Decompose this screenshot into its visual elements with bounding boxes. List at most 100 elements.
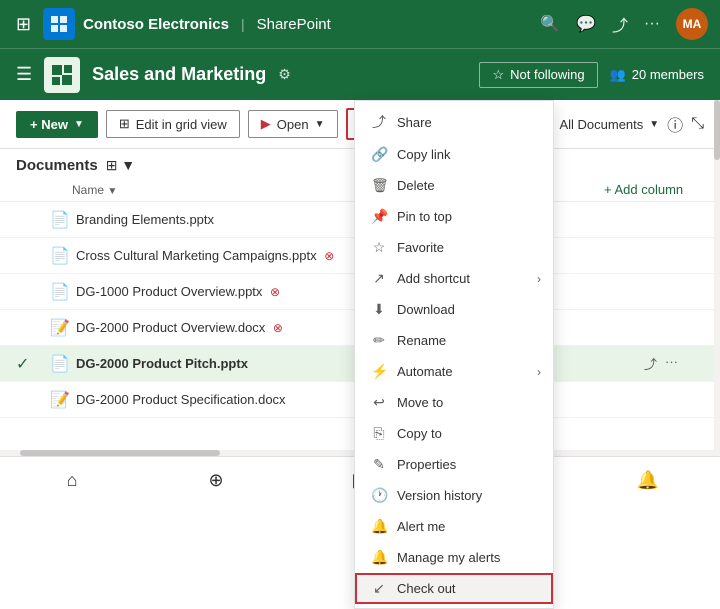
grid-icon: ⊞ — [119, 116, 130, 132]
add-column-button[interactable]: + Add column — [604, 182, 683, 197]
word-file-icon: 📝 — [48, 390, 72, 410]
download-icon: ⬇ — [371, 301, 387, 318]
site-header: ☰ Sales and Marketing ⚙ ☆ Not following … — [0, 48, 720, 100]
all-documents-button[interactable]: ≡ All Documents ▼ — [546, 117, 659, 132]
expand-icon[interactable]: ⤡ — [691, 115, 704, 133]
bell-nav-icon[interactable]: 🔔 — [624, 457, 672, 505]
platform-name: SharePoint — [257, 16, 331, 33]
menu-item-copy-link[interactable]: 🔗 Copy link — [355, 139, 553, 170]
menu-item-delete[interactable]: 🗑 Delete — [355, 170, 553, 201]
more-options-icon[interactable]: ··· — [644, 15, 660, 33]
waffle-icon[interactable]: ⊞ — [12, 10, 35, 39]
menu-item-pin[interactable]: 📌 Pin to top — [355, 201, 553, 232]
share-label: Share — [397, 115, 432, 130]
version-history-label: Version history — [397, 488, 482, 503]
word-file-icon: 📝 — [48, 318, 72, 338]
trash-icon: 🗑 — [371, 177, 387, 194]
new-button[interactable]: + New ▼ — [16, 111, 98, 138]
menu-item-manage-alerts[interactable]: 🔔 Manage my alerts — [355, 542, 553, 573]
menu-item-favorite[interactable]: ☆ Favorite — [355, 232, 553, 263]
share-menu-icon: ⤴ — [371, 112, 387, 132]
open-button[interactable]: ▶ Open ▼ — [248, 110, 338, 138]
favorite-label: Favorite — [397, 240, 444, 255]
ppt-file-icon: 📄 — [48, 354, 72, 374]
menu-item-automate[interactable]: ⚡ Automate › — [355, 356, 553, 387]
menu-item-move-to[interactable]: ↩ Move to — [355, 387, 553, 418]
info-icon[interactable]: ⓘ — [667, 112, 683, 136]
app-name: Contoso Electronics — [83, 16, 229, 33]
submenu-chevron-icon: › — [537, 365, 541, 379]
edit-grid-button[interactable]: ⊞ Edit in grid view — [106, 110, 240, 138]
manage-alerts-label: Manage my alerts — [397, 550, 500, 565]
check-out-label: Check out — [397, 581, 456, 596]
more-action-icon[interactable]: ··· — [665, 354, 678, 373]
search-icon[interactable]: 🔍 — [540, 14, 560, 34]
vertical-scrollbar[interactable] — [714, 100, 720, 480]
site-icon — [44, 57, 80, 93]
properties-icon: ✎ — [371, 456, 387, 473]
add-shortcut-label: Add shortcut — [397, 271, 470, 286]
move-icon: ↩ — [371, 394, 387, 411]
documents-title: Documents — [16, 157, 98, 174]
rename-label: Rename — [397, 333, 446, 348]
open-chevron-icon: ▼ — [315, 119, 325, 130]
hamburger-menu-icon[interactable]: ☰ — [16, 64, 32, 85]
members-button[interactable]: 👥 20 members — [610, 67, 704, 83]
share-icon[interactable]: ⤴ — [612, 12, 628, 36]
edit-grid-label: Edit in grid view — [136, 117, 227, 132]
automate-icon: ⚡ — [371, 363, 387, 380]
top-nav-actions: 🔍 💬 ⤴ ··· MA — [540, 8, 708, 40]
download-label: Download — [397, 302, 455, 317]
ppt-file-icon: 📄 — [48, 210, 72, 230]
copy-to-icon: ⎘ — [371, 425, 387, 442]
pin-label: Pin to top — [397, 209, 452, 224]
share-action-icon[interactable]: ⤴ — [644, 354, 657, 373]
menu-item-rename[interactable]: ✏ Rename — [355, 325, 553, 356]
rename-icon: ✏ — [371, 332, 387, 349]
following-button[interactable]: ☆ Not following — [479, 62, 597, 88]
star-icon: ☆ — [492, 67, 504, 83]
checkout-icon: ↙ — [371, 580, 387, 597]
menu-item-properties[interactable]: ✎ Properties — [355, 449, 553, 480]
site-title: Sales and Marketing — [92, 64, 266, 85]
chat-icon[interactable]: 💬 — [576, 14, 596, 34]
menu-item-check-out[interactable]: ↙ Check out — [355, 573, 553, 604]
top-navigation: ⊞ Contoso Electronics | SharePoint 🔍 💬 ⤴… — [0, 0, 720, 48]
new-button-label: + New — [30, 117, 68, 132]
people-icon: 👥 — [610, 67, 626, 83]
history-icon: 🕐 — [371, 487, 387, 504]
copy-link-label: Copy link — [397, 147, 450, 162]
submenu-chevron-icon: › — [537, 272, 541, 286]
automate-label: Automate — [397, 364, 453, 379]
menu-item-add-shortcut[interactable]: ↗ Add shortcut › — [355, 263, 553, 294]
menu-item-version-history[interactable]: 🕐 Version history — [355, 480, 553, 511]
star-menu-icon: ☆ — [371, 239, 387, 256]
alerts-icon: 🔔 — [371, 549, 387, 566]
move-to-label: Move to — [397, 395, 443, 410]
menu-item-alert-me[interactable]: 🔔 Alert me — [355, 511, 553, 542]
following-label: Not following — [510, 67, 584, 82]
settings-icon[interactable]: ⚙ — [278, 66, 291, 83]
menu-item-download[interactable]: ⬇ Download — [355, 294, 553, 325]
alert-me-label: Alert me — [397, 519, 445, 534]
delete-label: Delete — [397, 178, 435, 193]
check-icon: ✓ — [16, 354, 29, 374]
error-icon: ⊗ — [273, 321, 283, 335]
error-icon: ⊗ — [270, 285, 280, 299]
globe-nav-icon[interactable]: ⊕ — [192, 457, 240, 505]
context-menu: ⤴ Share 🔗 Copy link 🗑 Delete 📌 Pin to to… — [354, 100, 554, 609]
row-checkbox[interactable]: ✓ — [16, 354, 48, 374]
properties-label: Properties — [397, 457, 456, 472]
open-icon: ▶ — [261, 116, 271, 132]
ppt-file-icon: 📄 — [48, 246, 72, 266]
menu-item-share[interactable]: ⤴ Share — [355, 105, 553, 139]
view-switch-icon[interactable]: ⊞ ▼ — [106, 157, 135, 174]
members-label: 20 members — [632, 67, 704, 82]
menu-item-copy-to[interactable]: ⎘ Copy to — [355, 418, 553, 449]
app-logo — [43, 8, 75, 40]
copy-to-label: Copy to — [397, 426, 442, 441]
all-docs-chevron-icon: ▼ — [649, 119, 659, 130]
alert-icon: 🔔 — [371, 518, 387, 535]
avatar[interactable]: MA — [676, 8, 708, 40]
home-nav-icon[interactable]: ⌂ — [48, 457, 96, 505]
